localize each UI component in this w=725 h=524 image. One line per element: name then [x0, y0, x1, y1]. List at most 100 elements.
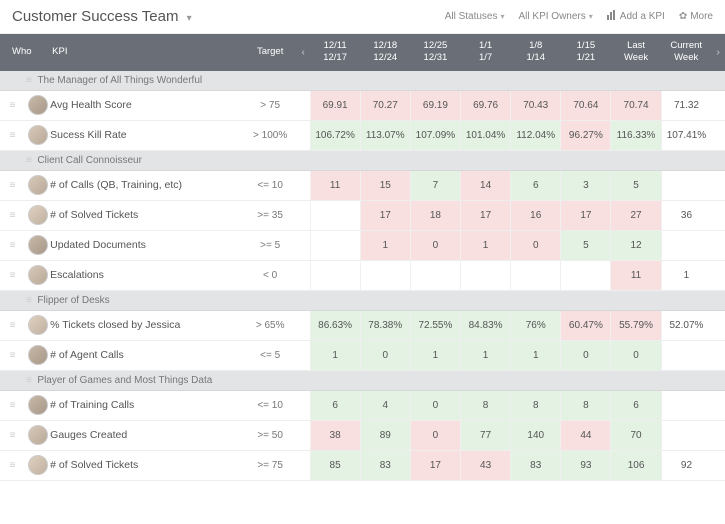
data-cell[interactable]: 93: [561, 450, 611, 480]
drag-handle-icon[interactable]: ≡: [26, 75, 32, 86]
drag-handle-icon[interactable]: ≡: [0, 420, 25, 450]
data-cell[interactable]: 76%: [511, 310, 561, 340]
data-cell[interactable]: [410, 260, 460, 290]
data-cell[interactable]: 70: [611, 420, 661, 450]
kpi-name[interactable]: Sucess Kill Rate: [50, 120, 244, 150]
drag-handle-icon[interactable]: ≡: [0, 450, 25, 480]
data-cell[interactable]: 14: [461, 170, 511, 200]
data-cell[interactable]: 55.79%: [611, 310, 661, 340]
avatar-cell[interactable]: [25, 230, 50, 260]
data-cell[interactable]: 44: [561, 420, 611, 450]
data-cell[interactable]: [360, 260, 410, 290]
avatar-cell[interactable]: [25, 340, 50, 370]
avatar-cell[interactable]: [25, 310, 50, 340]
data-cell[interactable]: 116.33%: [611, 120, 661, 150]
drag-handle-icon[interactable]: ≡: [0, 200, 25, 230]
data-cell[interactable]: [661, 390, 711, 420]
data-cell[interactable]: 1: [461, 230, 511, 260]
data-cell[interactable]: 77: [461, 420, 511, 450]
kpi-name[interactable]: Avg Health Score: [50, 90, 244, 120]
data-cell[interactable]: 17: [561, 200, 611, 230]
data-cell[interactable]: 1: [410, 340, 460, 370]
data-cell[interactable]: 1: [511, 340, 561, 370]
scroll-left-button[interactable]: ‹: [296, 34, 310, 71]
data-cell[interactable]: 96.27%: [561, 120, 611, 150]
filter-statuses[interactable]: All Statuses ▾: [445, 11, 505, 22]
data-cell[interactable]: 8: [461, 390, 511, 420]
data-cell[interactable]: 43: [461, 450, 511, 480]
data-cell[interactable]: 0: [410, 420, 460, 450]
data-cell[interactable]: 1: [360, 230, 410, 260]
drag-handle-icon[interactable]: ≡: [26, 375, 32, 386]
data-cell[interactable]: 78.38%: [360, 310, 410, 340]
data-cell[interactable]: 1: [461, 340, 511, 370]
kpi-name[interactable]: Updated Documents: [50, 230, 244, 260]
drag-handle-icon[interactable]: ≡: [0, 90, 25, 120]
data-cell[interactable]: 4: [360, 390, 410, 420]
kpi-name[interactable]: # of Solved Tickets: [50, 450, 244, 480]
data-cell[interactable]: 18: [410, 200, 460, 230]
data-cell[interactable]: 89: [360, 420, 410, 450]
data-cell[interactable]: 69.19: [410, 90, 460, 120]
data-cell[interactable]: 17: [461, 200, 511, 230]
kpi-name[interactable]: # of Solved Tickets: [50, 200, 244, 230]
data-cell[interactable]: 0: [561, 340, 611, 370]
drag-handle-icon[interactable]: ≡: [26, 295, 32, 306]
data-cell[interactable]: 3: [561, 170, 611, 200]
avatar-cell[interactable]: [25, 200, 50, 230]
data-cell[interactable]: 70.74: [611, 90, 661, 120]
kpi-name[interactable]: # of Calls (QB, Training, etc): [50, 170, 244, 200]
data-cell[interactable]: 70.27: [360, 90, 410, 120]
scroll-right-button[interactable]: ›: [711, 34, 725, 71]
drag-handle-icon[interactable]: ≡: [0, 260, 25, 290]
data-cell[interactable]: 5: [611, 170, 661, 200]
drag-handle-icon[interactable]: ≡: [0, 390, 25, 420]
group-header[interactable]: ≡ Client Call Connoisseur: [0, 150, 725, 170]
group-header[interactable]: ≡ Player of Games and Most Things Data: [0, 370, 725, 390]
data-cell[interactable]: 12: [611, 230, 661, 260]
drag-handle-icon[interactable]: ≡: [0, 230, 25, 260]
drag-handle-icon[interactable]: ≡: [26, 155, 32, 166]
data-cell[interactable]: 106.72%: [310, 120, 360, 150]
data-cell[interactable]: 70.64: [561, 90, 611, 120]
more-button[interactable]: ✿ More: [679, 11, 713, 22]
data-cell[interactable]: 69.91: [310, 90, 360, 120]
data-cell[interactable]: 6: [310, 390, 360, 420]
data-cell[interactable]: 0: [410, 230, 460, 260]
data-cell[interactable]: 36: [661, 200, 711, 230]
data-cell[interactable]: 52.07%: [661, 310, 711, 340]
data-cell[interactable]: 17: [410, 450, 460, 480]
team-title-dropdown[interactable]: Customer Success Team ▾: [12, 8, 192, 25]
data-cell[interactable]: 7: [410, 170, 460, 200]
kpi-name[interactable]: % Tickets closed by Jessica: [50, 310, 244, 340]
data-cell[interactable]: [310, 200, 360, 230]
data-cell[interactable]: 107.09%: [410, 120, 460, 150]
data-cell[interactable]: 113.07%: [360, 120, 410, 150]
data-cell[interactable]: 11: [611, 260, 661, 290]
data-cell[interactable]: 15: [360, 170, 410, 200]
data-cell[interactable]: 84.83%: [461, 310, 511, 340]
data-cell[interactable]: [661, 420, 711, 450]
kpi-name[interactable]: # of Training Calls: [50, 390, 244, 420]
data-cell[interactable]: 83: [511, 450, 561, 480]
kpi-name[interactable]: Gauges Created: [50, 420, 244, 450]
data-cell[interactable]: 1: [661, 260, 711, 290]
drag-handle-icon[interactable]: ≡: [0, 120, 25, 150]
data-cell[interactable]: [661, 170, 711, 200]
data-cell[interactable]: 38: [310, 420, 360, 450]
avatar-cell[interactable]: [25, 450, 50, 480]
data-cell[interactable]: [310, 260, 360, 290]
data-cell[interactable]: 140: [511, 420, 561, 450]
group-header[interactable]: ≡ The Manager of All Things Wonderful: [0, 71, 725, 91]
data-cell[interactable]: 0: [360, 340, 410, 370]
data-cell[interactable]: [461, 260, 511, 290]
data-cell[interactable]: [661, 340, 711, 370]
filter-owners[interactable]: All KPI Owners ▾: [519, 11, 593, 22]
data-cell[interactable]: 1: [310, 340, 360, 370]
add-kpi-button[interactable]: Add a KPI: [607, 10, 665, 23]
kpi-name[interactable]: # of Agent Calls: [50, 340, 244, 370]
data-cell[interactable]: 86.63%: [310, 310, 360, 340]
data-cell[interactable]: 70.43: [511, 90, 561, 120]
data-cell[interactable]: 5: [561, 230, 611, 260]
data-cell[interactable]: 16: [511, 200, 561, 230]
